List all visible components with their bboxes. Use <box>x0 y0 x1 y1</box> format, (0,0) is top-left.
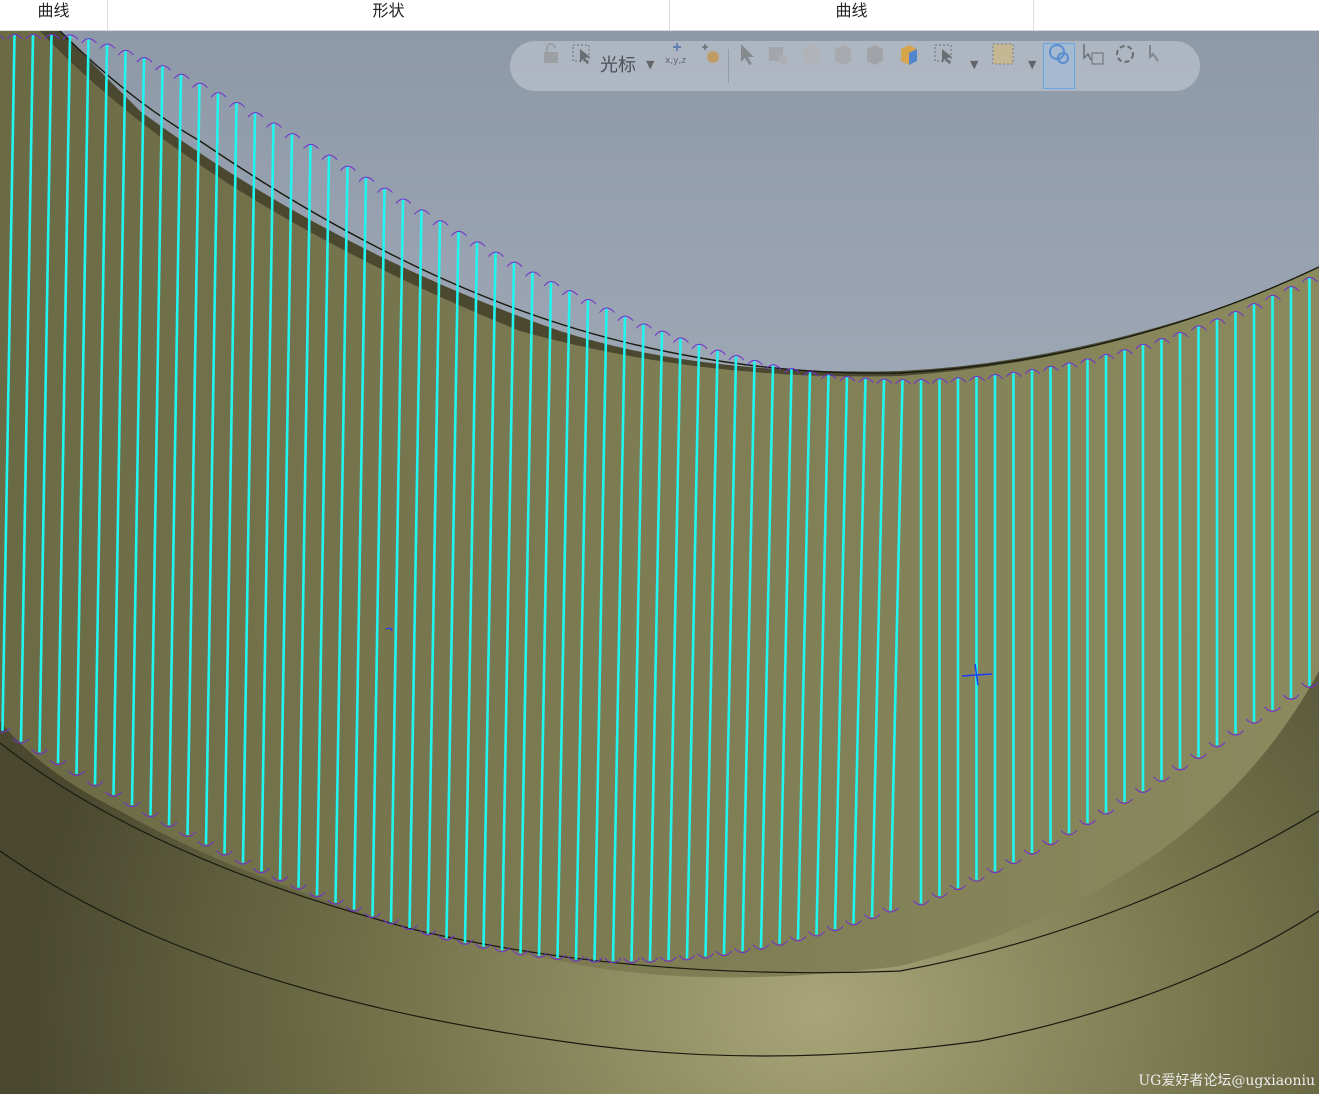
ribbon-group-curve-1[interactable]: 曲线 <box>0 0 108 30</box>
face-icon[interactable] <box>798 41 824 67</box>
ribbon-group-empty <box>1034 0 1319 30</box>
ribbon-group-curve-2[interactable]: 曲线 <box>670 0 1034 30</box>
snap-settings-icon[interactable] <box>698 41 724 67</box>
select-intent-icon[interactable] <box>1046 41 1072 67</box>
deselect-icon[interactable] <box>1080 41 1106 67</box>
select-region-icon[interactable] <box>990 41 1016 67</box>
view-cube-icon[interactable] <box>896 41 922 67</box>
filter-dropdown-icon[interactable]: ▼ <box>646 58 654 71</box>
select-cursor-icon[interactable] <box>570 41 596 67</box>
undo-icon[interactable] <box>1144 41 1170 67</box>
ribbon-group-shape[interactable]: 形状 <box>108 0 670 30</box>
body-icon[interactable] <box>862 41 888 67</box>
ribbon-group-bar: 曲线 形状 曲线 <box>0 0 1319 31</box>
select-box-icon[interactable] <box>932 41 958 67</box>
graphics-viewport[interactable]: 光标 ▼ x,y,z ▼ ▼ UG爱好者论坛@ugxiaoniu <box>0 31 1319 1094</box>
filter-label[interactable]: 光标 <box>600 51 636 77</box>
lock-icon[interactable] <box>538 41 564 67</box>
shade-icon[interactable] <box>765 41 791 67</box>
select-box-dropdown-icon[interactable]: ▼ <box>970 58 978 71</box>
arrow-cursor-icon[interactable] <box>734 41 760 67</box>
forum-watermark: UG爱好者论坛@ugxiaoniu <box>1138 1073 1315 1089</box>
svg-text:x,y,z: x,y,z <box>665 56 686 66</box>
solid-icon[interactable] <box>830 41 856 67</box>
select-region-dropdown-icon[interactable]: ▼ <box>1028 58 1036 71</box>
coordinate-icon[interactable]: x,y,z <box>664 41 690 67</box>
model-view[interactable] <box>0 31 1319 1094</box>
toolbar-separator <box>728 49 729 83</box>
selection-bar: 光标 ▼ x,y,z ▼ ▼ <box>510 41 1200 91</box>
rotate-icon[interactable] <box>1112 41 1138 67</box>
